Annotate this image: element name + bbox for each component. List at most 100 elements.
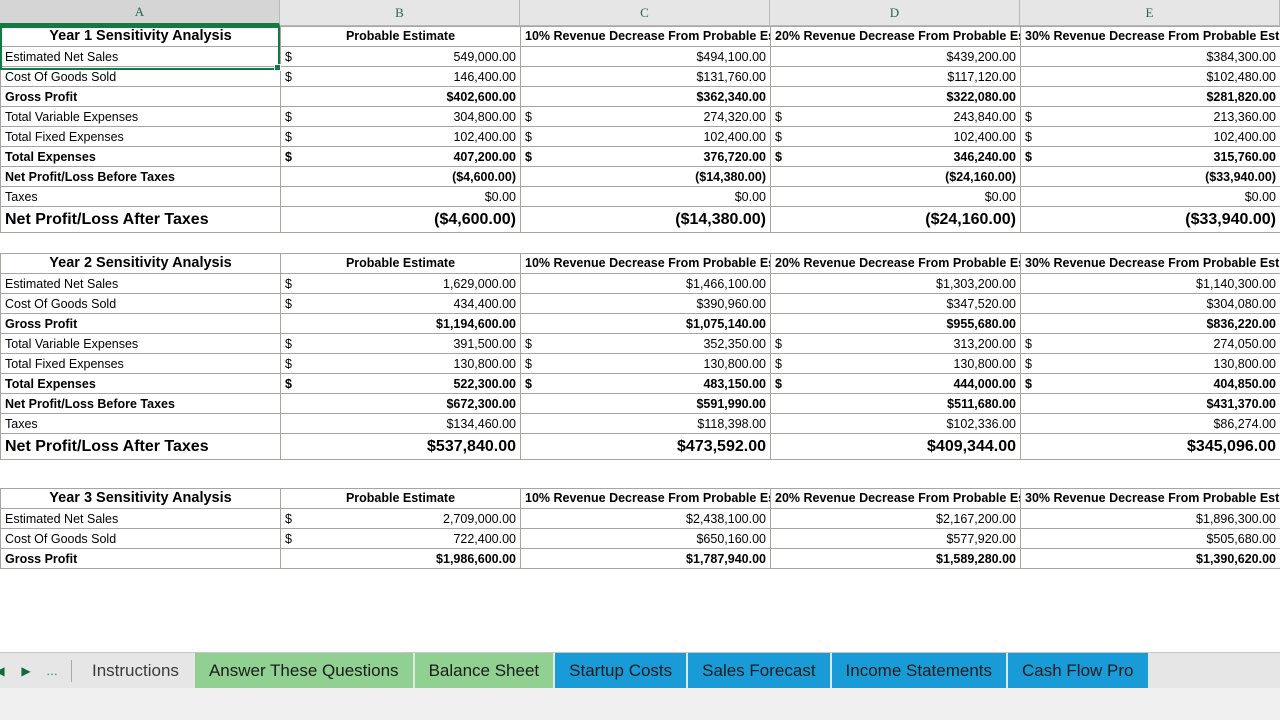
value-cell-c[interactable]: $650,160.00 (520, 528, 771, 549)
value-cell-e[interactable]: $384,300.00 (1020, 46, 1280, 67)
scenario-header-probable[interactable]: Probable Estimate (280, 26, 521, 47)
value-cell-d[interactable]: $439,200.00 (770, 46, 1021, 67)
value-cell-b[interactable]: $304,800.00 (280, 106, 521, 127)
value-cell-e[interactable]: $102,480.00 (1020, 66, 1280, 87)
value-cell-e[interactable]: $86,274.00 (1020, 413, 1280, 434)
table-title-cell[interactable]: Year 2 Sensitivity Analysis (0, 253, 281, 274)
scenario-header-dec10[interactable]: 10% Revenue Decrease From Probable Estim… (520, 253, 771, 274)
spreadsheet-grid[interactable]: Year 1 Sensitivity Analysis Probable Esti… (0, 26, 1280, 652)
value-cell-e[interactable]: $130,800.00 (1020, 353, 1280, 374)
value-cell-c[interactable]: $131,760.00 (520, 66, 771, 87)
value-cell-b[interactable]: $146,400.00 (280, 66, 521, 87)
value-cell-e[interactable]: $304,080.00 (1020, 293, 1280, 314)
value-cell-d[interactable]: $409,344.00 (770, 433, 1021, 460)
value-cell-c[interactable]: $1,466,100.00 (520, 273, 771, 294)
row-label-cell[interactable]: Net Profit/Loss After Taxes (0, 206, 281, 233)
value-cell-e[interactable]: $345,096.00 (1020, 433, 1280, 460)
value-cell-e[interactable]: ($33,940.00) (1020, 166, 1280, 187)
value-cell-b[interactable]: $402,600.00 (280, 86, 521, 107)
value-cell-d[interactable]: $0.00 (770, 186, 1021, 207)
value-cell-b[interactable]: $549,000.00 (280, 46, 521, 67)
value-cell-c[interactable]: $591,990.00 (520, 393, 771, 414)
row-label-cell[interactable]: Total Fixed Expenses (0, 126, 281, 147)
value-cell-d[interactable]: $2,167,200.00 (770, 508, 1021, 529)
value-cell-e[interactable]: $431,370.00 (1020, 393, 1280, 414)
first-sheet-arrow[interactable]: ◀ (0, 653, 13, 689)
scenario-header-dec30[interactable]: 30% Revenue Decrease From Probable Estim… (1020, 26, 1280, 47)
row-label-cell[interactable]: Total Expenses (0, 146, 281, 167)
value-cell-b[interactable]: $102,400.00 (280, 126, 521, 147)
value-cell-d[interactable]: $313,200.00 (770, 333, 1021, 354)
table-title-cell[interactable]: Year 1 Sensitivity Analysis (0, 26, 281, 47)
value-cell-e[interactable]: $1,896,300.00 (1020, 508, 1280, 529)
more-sheets-ellipsis[interactable]: … (39, 653, 65, 689)
row-label-cell[interactable]: Net Profit/Loss After Taxes (0, 433, 281, 460)
value-cell-d[interactable]: $511,680.00 (770, 393, 1021, 414)
value-cell-c[interactable]: $483,150.00 (520, 373, 771, 394)
value-cell-e[interactable]: ($33,940.00) (1020, 206, 1280, 233)
value-cell-d[interactable]: $102,400.00 (770, 126, 1021, 147)
column-header-d[interactable]: D (770, 0, 1020, 26)
sheet-tab-balance-sheet[interactable]: Balance Sheet (414, 653, 556, 689)
value-cell-e[interactable]: $505,680.00 (1020, 528, 1280, 549)
row-label-cell[interactable]: Cost Of Goods Sold (0, 528, 281, 549)
value-cell-e[interactable]: $213,360.00 (1020, 106, 1280, 127)
row-label-cell[interactable]: Estimated Net Sales (0, 273, 281, 294)
value-cell-c[interactable]: $390,960.00 (520, 293, 771, 314)
scenario-header-dec30[interactable]: 30% Revenue Decrease From Probable Estim… (1020, 488, 1280, 509)
scenario-header-dec20[interactable]: 20% Revenue Decrease From Probable Estim… (770, 26, 1021, 47)
value-cell-e[interactable]: $102,400.00 (1020, 126, 1280, 147)
value-cell-b[interactable]: $434,400.00 (280, 293, 521, 314)
sheet-tab-cash-flow-pro[interactable]: Cash Flow Pro (1008, 653, 1150, 689)
column-header-c[interactable]: C (520, 0, 770, 26)
value-cell-b[interactable]: $672,300.00 (280, 393, 521, 414)
value-cell-b[interactable]: $722,400.00 (280, 528, 521, 549)
value-cell-b[interactable]: $1,194,600.00 (280, 313, 521, 334)
value-cell-c[interactable]: $118,398.00 (520, 413, 771, 434)
row-label-cell[interactable]: Total Fixed Expenses (0, 353, 281, 374)
sheet-tab-answer-these-questions[interactable]: Answer These Questions (194, 653, 415, 689)
value-cell-d[interactable]: $955,680.00 (770, 313, 1021, 334)
row-label-cell[interactable]: Net Profit/Loss Before Taxes (0, 166, 281, 187)
value-cell-d[interactable]: $243,840.00 (770, 106, 1021, 127)
value-cell-b[interactable]: $0.00 (280, 186, 521, 207)
value-cell-c[interactable]: ($14,380.00) (520, 206, 771, 233)
value-cell-c[interactable]: $274,320.00 (520, 106, 771, 127)
value-cell-d[interactable]: $1,589,280.00 (770, 548, 1021, 569)
value-cell-b[interactable]: ($4,600.00) (280, 166, 521, 187)
row-label-cell[interactable]: Gross Profit (0, 86, 281, 107)
value-cell-c[interactable]: $473,592.00 (520, 433, 771, 460)
row-label-cell[interactable]: Total Expenses (0, 373, 281, 394)
value-cell-c[interactable]: $2,438,100.00 (520, 508, 771, 529)
value-cell-d[interactable]: $347,520.00 (770, 293, 1021, 314)
value-cell-e[interactable]: $836,220.00 (1020, 313, 1280, 334)
value-cell-c[interactable]: $0.00 (520, 186, 771, 207)
value-cell-d[interactable]: $1,303,200.00 (770, 273, 1021, 294)
scenario-header-dec10[interactable]: 10% Revenue Decrease From Probable Estim… (520, 26, 771, 47)
sheet-tab-startup-costs[interactable]: Startup Costs (555, 653, 689, 689)
value-cell-b[interactable]: $1,629,000.00 (280, 273, 521, 294)
value-cell-d[interactable]: $444,000.00 (770, 373, 1021, 394)
value-cell-d[interactable]: $130,800.00 (770, 353, 1021, 374)
row-label-cell[interactable]: Gross Profit (0, 313, 281, 334)
value-cell-d[interactable]: $577,920.00 (770, 528, 1021, 549)
value-cell-c[interactable]: $362,340.00 (520, 86, 771, 107)
column-header-e[interactable]: E (1020, 0, 1280, 26)
scenario-header-dec30[interactable]: 30% Revenue Decrease From Probable Estim… (1020, 253, 1280, 274)
scenario-header-probable[interactable]: Probable Estimate (280, 488, 521, 509)
row-label-cell[interactable]: Total Variable Expenses (0, 333, 281, 354)
value-cell-d[interactable]: $346,240.00 (770, 146, 1021, 167)
value-cell-e[interactable]: $1,390,620.00 (1020, 548, 1280, 569)
value-cell-e[interactable]: $281,820.00 (1020, 86, 1280, 107)
value-cell-c[interactable]: $494,100.00 (520, 46, 771, 67)
value-cell-c[interactable]: ($14,380.00) (520, 166, 771, 187)
value-cell-d[interactable]: ($24,160.00) (770, 166, 1021, 187)
value-cell-b[interactable]: $391,500.00 (280, 333, 521, 354)
value-cell-c[interactable]: $130,800.00 (520, 353, 771, 374)
value-cell-e[interactable]: $315,760.00 (1020, 146, 1280, 167)
value-cell-c[interactable]: $1,787,940.00 (520, 548, 771, 569)
value-cell-d[interactable]: ($24,160.00) (770, 206, 1021, 233)
value-cell-b[interactable]: $130,800.00 (280, 353, 521, 374)
value-cell-e[interactable]: $274,050.00 (1020, 333, 1280, 354)
value-cell-e[interactable]: $0.00 (1020, 186, 1280, 207)
